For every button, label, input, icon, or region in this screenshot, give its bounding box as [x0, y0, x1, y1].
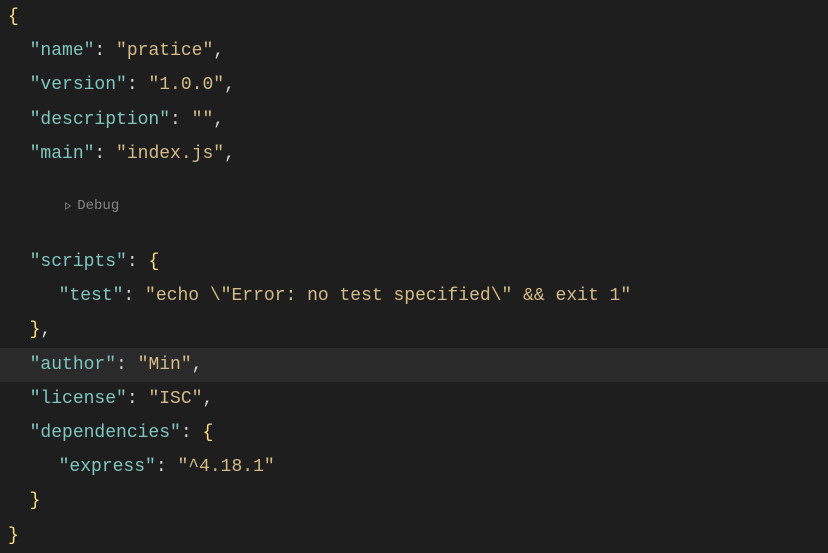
indent: [8, 382, 30, 416]
colon: :: [156, 457, 167, 477]
colon: :: [170, 110, 181, 130]
debug-codelens[interactable]: Debug: [51, 197, 119, 215]
comma: ,: [224, 144, 235, 164]
code-line[interactable]: "test": "echo \"Error: no test specified…: [0, 279, 828, 313]
indent: [8, 68, 30, 102]
code-line[interactable]: "description": "",: [0, 103, 828, 137]
indent: [8, 416, 30, 450]
brace-open: {: [148, 252, 159, 272]
json-key-dependencies: "dependencies": [30, 423, 181, 443]
code-line[interactable]: "dependencies": {: [0, 416, 828, 450]
brace-close: }: [30, 491, 41, 511]
code-line[interactable]: "license": "ISC",: [0, 382, 828, 416]
json-key-main: "main": [30, 144, 95, 164]
colon: :: [94, 144, 105, 164]
json-value-author: "Min": [138, 355, 192, 375]
code-line[interactable]: "scripts": {: [0, 245, 828, 279]
play-icon: [63, 201, 73, 211]
colon: :: [127, 75, 138, 95]
json-value-description: "": [192, 110, 214, 130]
indent: [8, 103, 30, 137]
json-key-version: "version": [30, 75, 127, 95]
json-value-license: "ISC": [148, 389, 202, 409]
json-key-express: "express": [59, 457, 156, 477]
indent: [8, 450, 30, 484]
comma: ,: [202, 389, 213, 409]
json-value-name: "pratice": [116, 41, 213, 61]
json-key-scripts: "scripts": [30, 252, 127, 272]
json-key-test: "test": [59, 286, 124, 306]
json-value-express: "^4.18.1": [177, 457, 274, 477]
code-line[interactable]: "name": "pratice",: [0, 34, 828, 68]
code-line-active[interactable]: "author": "Min",: [0, 348, 828, 382]
json-key-author: "author": [30, 355, 116, 375]
indent: [8, 137, 30, 171]
indent: [8, 245, 30, 279]
json-key-license: "license": [30, 389, 127, 409]
json-key-description: "description": [30, 110, 170, 130]
indent: [8, 348, 30, 382]
colon: :: [116, 355, 127, 375]
comma: ,: [213, 110, 224, 130]
code-line[interactable]: }: [0, 484, 828, 518]
code-line[interactable]: "version": "1.0.0",: [0, 68, 828, 102]
code-line[interactable]: "main": "index.js",: [0, 137, 828, 171]
json-value-test: "echo \"Error: no test specified\" && ex…: [145, 286, 631, 306]
colon: :: [94, 41, 105, 61]
code-line[interactable]: {: [0, 0, 828, 34]
json-value-version: "1.0.0": [148, 75, 224, 95]
colon: :: [127, 252, 138, 272]
indent: [8, 34, 30, 68]
comma: ,: [192, 355, 203, 375]
code-editor[interactable]: { "name": "pratice", "version": "1.0.0",…: [0, 0, 828, 553]
codelens-line: Debug: [0, 171, 828, 245]
json-value-main: "index.js": [116, 144, 224, 164]
colon: :: [123, 286, 134, 306]
brace-open: {: [8, 7, 19, 27]
indent: [8, 279, 30, 313]
json-key-name: "name": [30, 41, 95, 61]
comma: ,: [224, 75, 235, 95]
comma: ,: [213, 41, 224, 61]
indent: [8, 313, 30, 347]
code-line[interactable]: },: [0, 313, 828, 347]
brace-close: }: [30, 320, 41, 340]
indent: [8, 484, 30, 518]
colon: :: [181, 423, 192, 443]
debug-label: Debug: [77, 197, 119, 215]
colon: :: [127, 389, 138, 409]
brace-open: {: [202, 423, 213, 443]
code-line[interactable]: "express": "^4.18.1": [0, 450, 828, 484]
comma: ,: [40, 320, 51, 340]
